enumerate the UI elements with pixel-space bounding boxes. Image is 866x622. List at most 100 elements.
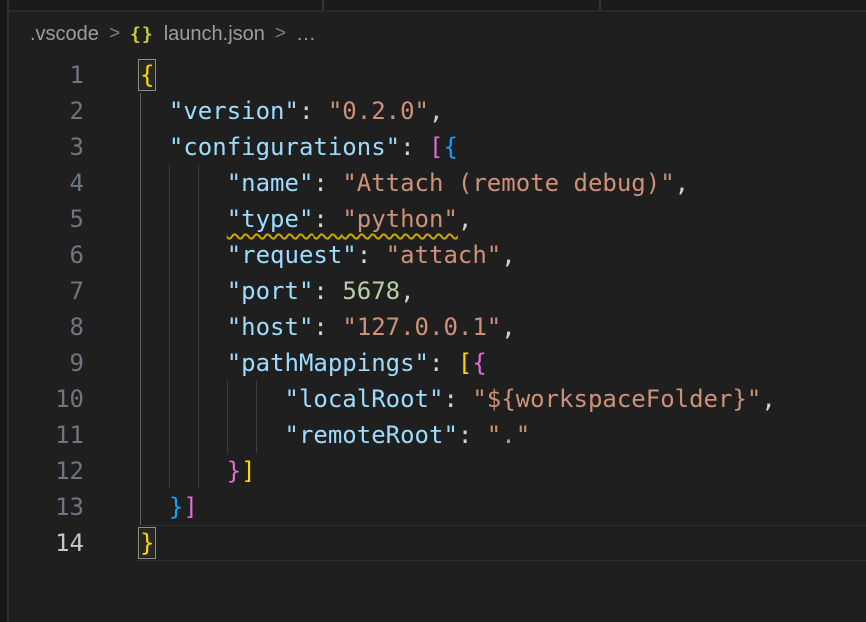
code-token <box>140 277 227 305</box>
line-number[interactable]: 3 <box>0 129 84 165</box>
code-line[interactable]: 12 }] <box>0 453 866 489</box>
breadcrumb-symbol-more[interactable]: … <box>296 23 316 46</box>
matching-bracket: { <box>140 61 154 89</box>
code-token: : <box>299 97 328 125</box>
code-token: [ <box>458 349 472 377</box>
code-token: { <box>472 349 486 377</box>
code-token: "version" <box>169 97 299 125</box>
code-token: ] <box>183 493 197 521</box>
code-token: { <box>443 133 457 161</box>
code-token: "type" <box>227 205 314 233</box>
breadcrumb-folder[interactable]: .vscode <box>30 23 99 46</box>
code-token: ] <box>241 457 255 485</box>
code-line[interactable]: 6 "request": "attach", <box>0 237 866 273</box>
chevron-right-icon: > <box>275 23 286 45</box>
code-token: , <box>761 385 775 413</box>
code-token <box>140 493 169 521</box>
code-line[interactable]: 14} <box>0 525 866 561</box>
code-token: , <box>501 241 515 269</box>
code-token: : <box>357 241 386 269</box>
line-number[interactable]: 9 <box>0 345 84 381</box>
code-token <box>140 241 227 269</box>
line-number[interactable]: 5 <box>0 201 84 237</box>
code-token: "Attach (remote debug)" <box>342 169 674 197</box>
code-token <box>140 349 227 377</box>
line-number[interactable]: 6 <box>0 237 84 273</box>
code-line-text[interactable]: "host": "127.0.0.1", <box>140 309 516 345</box>
code-line[interactable]: 3 "configurations": [{ <box>0 129 866 165</box>
code-line[interactable]: 11 "remoteRoot": "." <box>0 417 866 453</box>
code-line[interactable]: 9 "pathMappings": [{ <box>0 345 866 381</box>
code-token <box>140 385 285 413</box>
code-line-text[interactable]: }] <box>140 489 198 525</box>
code-token: : <box>429 349 458 377</box>
code-token <box>140 205 227 233</box>
code-token: "host" <box>227 313 314 341</box>
code-token: "." <box>487 421 530 449</box>
code-token: "port" <box>227 277 314 305</box>
tab-divider <box>322 0 324 10</box>
code-token: : <box>313 169 342 197</box>
code-line-text[interactable]: { <box>140 57 154 93</box>
code-token: "0.2.0" <box>328 97 429 125</box>
code-token: : <box>313 205 342 233</box>
line-number[interactable]: 14 <box>0 525 84 561</box>
tab-bar-strip <box>0 0 866 12</box>
code-line[interactable]: 7 "port": 5678, <box>0 273 866 309</box>
code-token: : <box>400 133 429 161</box>
code-line[interactable]: 1{ <box>0 57 866 93</box>
code-token: : <box>458 421 487 449</box>
line-number[interactable]: 1 <box>0 57 84 93</box>
tab-divider <box>599 0 601 10</box>
code-line[interactable]: 8 "host": "127.0.0.1", <box>0 309 866 345</box>
line-number[interactable]: 4 <box>0 165 84 201</box>
code-line[interactable]: 13 }] <box>0 489 866 525</box>
code-line-text[interactable]: "remoteRoot": "." <box>140 417 530 453</box>
code-line[interactable]: 5 "type": "python", <box>0 201 866 237</box>
line-number[interactable]: 11 <box>0 417 84 453</box>
code-line-text[interactable]: "name": "Attach (remote debug)", <box>140 165 689 201</box>
json-file-icon: {} <box>130 24 154 45</box>
line-number[interactable]: 2 <box>0 93 84 129</box>
line-number[interactable]: 10 <box>0 381 84 417</box>
line-number[interactable]: 8 <box>0 309 84 345</box>
code-token: "name" <box>227 169 314 197</box>
editor-group-left-border <box>0 0 9 622</box>
code-line[interactable]: 4 "name": "Attach (remote debug)", <box>0 165 866 201</box>
code-token: 5678 <box>342 277 400 305</box>
breadcrumb-file[interactable]: launch.json <box>164 23 265 46</box>
breadcrumb: .vscode > {} launch.json > … <box>9 12 866 56</box>
code-token: "attach" <box>386 241 502 269</box>
code-line-text[interactable]: "configurations": [{ <box>140 129 458 165</box>
code-token: : <box>313 277 342 305</box>
line-number[interactable]: 7 <box>0 273 84 309</box>
code-token <box>140 421 285 449</box>
code-token: , <box>675 169 689 197</box>
code-token: "localRoot" <box>285 385 444 413</box>
editor-code-area[interactable]: 1{2 "version": "0.2.0",3 "configurations… <box>0 57 866 561</box>
code-line-text[interactable]: } <box>140 525 154 561</box>
code-line-text[interactable]: "type": "python", <box>140 201 472 237</box>
code-line-text[interactable]: "localRoot": "${workspaceFolder}", <box>140 381 776 417</box>
code-token: "remoteRoot" <box>285 421 458 449</box>
code-token: : <box>313 313 342 341</box>
code-line[interactable]: 2 "version": "0.2.0", <box>0 93 866 129</box>
code-token: "request" <box>227 241 357 269</box>
line-number[interactable]: 12 <box>0 453 84 489</box>
code-line[interactable]: 10 "localRoot": "${workspaceFolder}", <box>0 381 866 417</box>
line-number[interactable]: 13 <box>0 489 84 525</box>
code-line-text[interactable]: "port": 5678, <box>140 273 415 309</box>
code-line-text[interactable]: "version": "0.2.0", <box>140 93 443 129</box>
code-token <box>140 457 227 485</box>
current-line-highlight <box>137 525 866 561</box>
code-line-text[interactable]: "pathMappings": [{ <box>140 345 487 381</box>
code-token: "${workspaceFolder}" <box>472 385 761 413</box>
code-token <box>140 169 227 197</box>
code-token: "configurations" <box>169 133 400 161</box>
code-token: "pathMappings" <box>227 349 429 377</box>
code-token: } <box>169 493 183 521</box>
code-token <box>140 313 227 341</box>
code-line-text[interactable]: "request": "attach", <box>140 237 516 273</box>
code-token: } <box>227 457 241 485</box>
code-line-text[interactable]: }] <box>140 453 256 489</box>
